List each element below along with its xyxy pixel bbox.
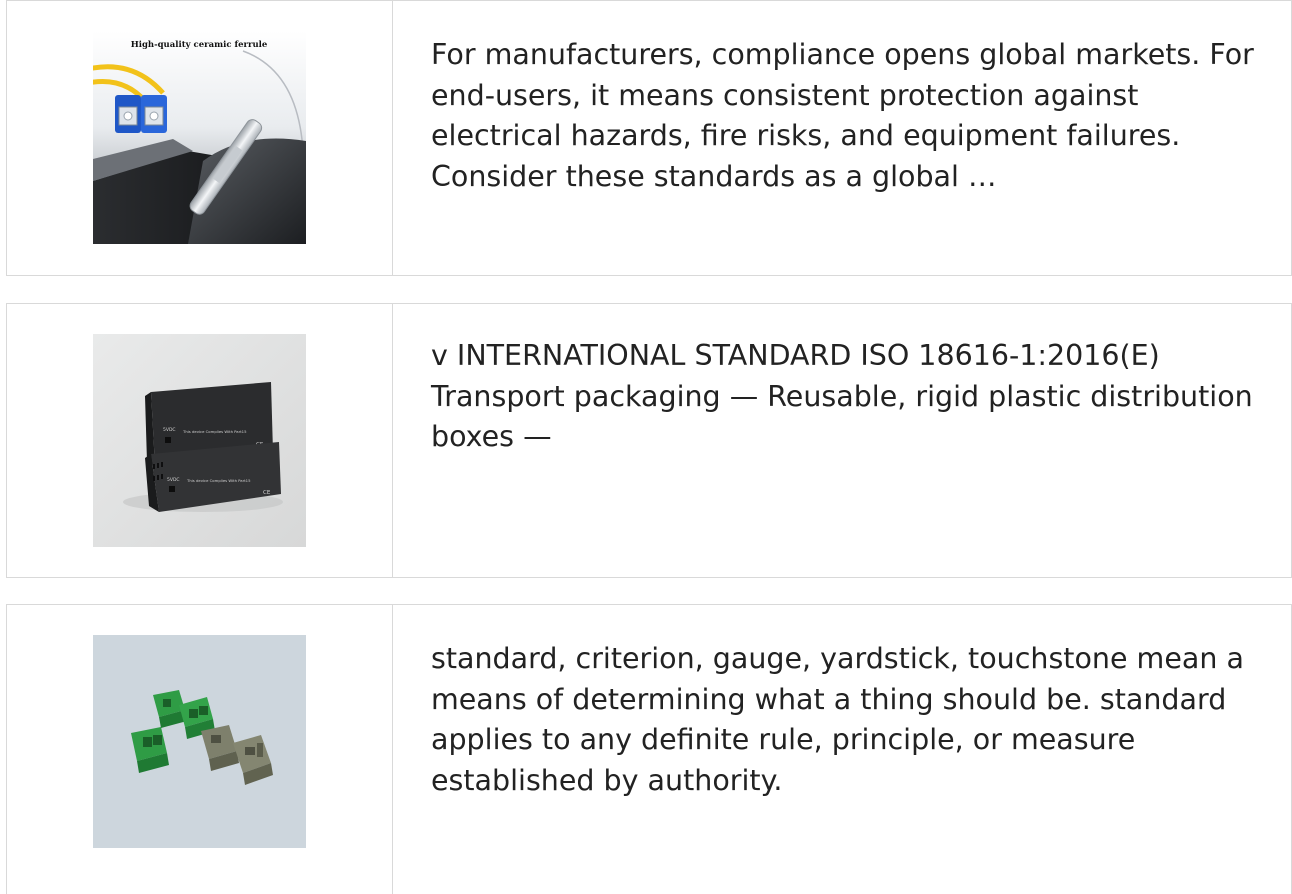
- result-snippet: For manufacturers, compliance opens glob…: [431, 38, 1254, 193]
- thumbnail-cell: 5VDC This device Complies With Part15 CE…: [7, 304, 393, 577]
- result-thumbnail-media-converter[interactable]: 5VDC This device Complies With Part15 CE…: [93, 334, 306, 547]
- svg-text:5VDC: 5VDC: [167, 477, 180, 483]
- result-card[interactable]: High-quality ceramic ferrule For manufac…: [6, 0, 1292, 276]
- result-card[interactable]: 5VDC This device Complies With Part15 CE…: [6, 303, 1292, 578]
- result-snippet: v INTERNATIONAL STANDARD ISO 18616-1:201…: [431, 339, 1253, 453]
- svg-text:This device Complies With Part: This device Complies With Part15: [182, 429, 247, 434]
- result-thumbnail-adapters[interactable]: [93, 635, 306, 848]
- box-label-power: 5VDC: [163, 427, 176, 433]
- result-card[interactable]: standard, criterion, gauge, yardstick, t…: [6, 604, 1292, 894]
- ferrule-image: High-quality ceramic ferrule: [93, 31, 306, 244]
- media-converter-image: 5VDC This device Complies With Part15 CE…: [93, 334, 306, 547]
- ferrule-image-caption: High-quality ceramic ferrule: [131, 40, 268, 50]
- thumbnail-cell: [7, 605, 393, 894]
- result-snippet: standard, criterion, gauge, yardstick, t…: [431, 642, 1244, 797]
- adapters-image: [93, 635, 306, 848]
- thumbnail-cell: High-quality ceramic ferrule: [7, 1, 393, 275]
- svg-text:CE: CE: [263, 490, 271, 496]
- result-thumbnail-ferrule[interactable]: High-quality ceramic ferrule: [93, 31, 306, 244]
- svg-text:This device Complies With Part: This device Complies With Part15: [186, 478, 251, 483]
